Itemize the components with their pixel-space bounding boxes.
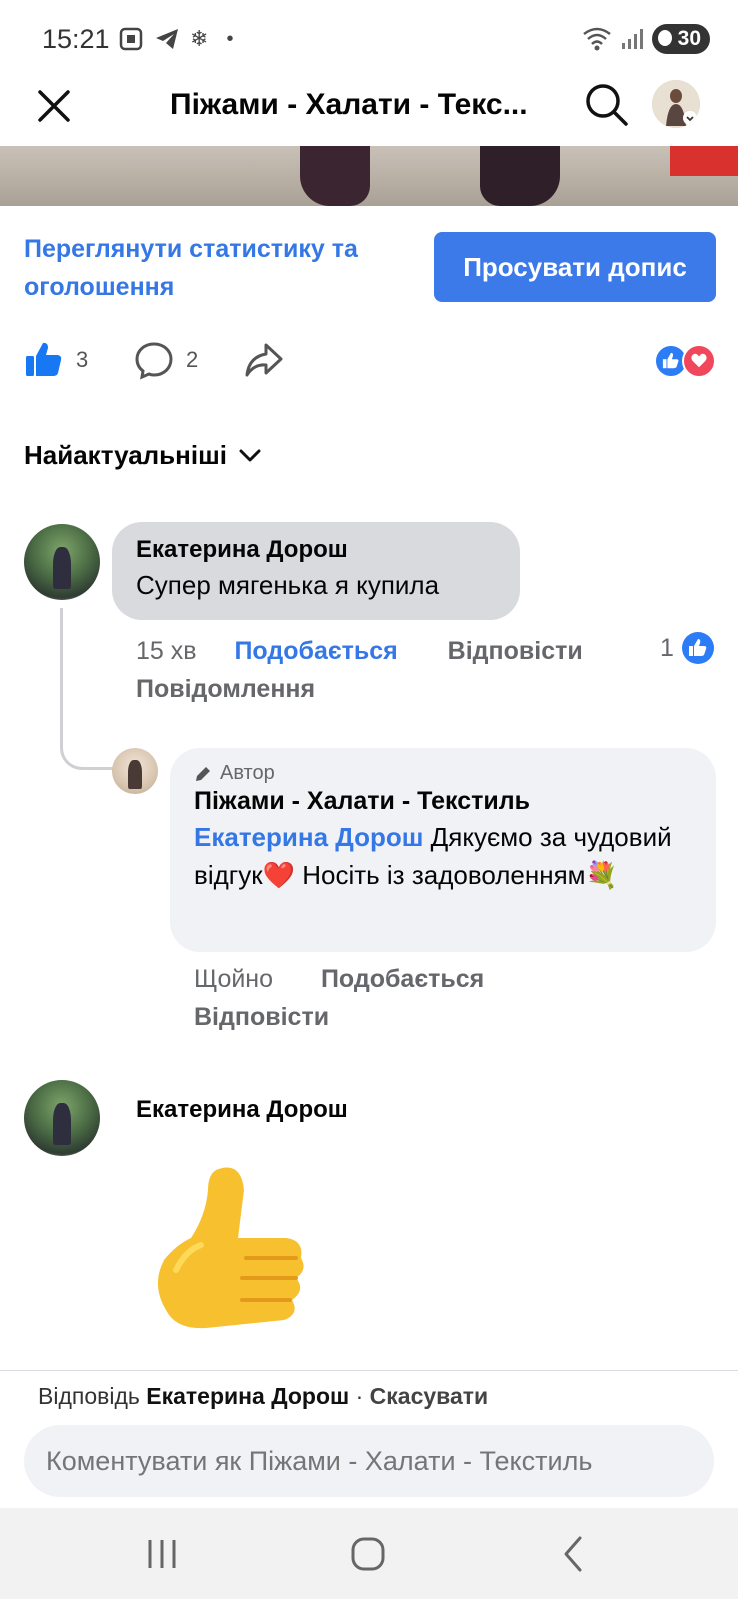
pencil-icon: [196, 766, 210, 781]
comment-author[interactable]: Екатерина Дорош: [136, 1096, 348, 1124]
reply-meta: Щойно Подобається Відповісти: [194, 960, 574, 1036]
author-badge: Автор: [194, 762, 692, 785]
like-button[interactable]: 3: [24, 340, 88, 380]
thumbs-up-icon: [26, 342, 62, 376]
telegram-icon: [156, 29, 178, 49]
signal-icon: [621, 29, 643, 49]
cancel-reply-link[interactable]: Скасувати: [370, 1383, 489, 1409]
reply-bubble[interactable]: Автор Піжами - Халати - Текстиль Екатери…: [170, 748, 716, 952]
wifi-icon: [582, 27, 611, 51]
comment-bubble[interactable]: Екатерина Дорош Супер мягенька я купила: [112, 522, 520, 620]
comment-like-count: 1: [660, 633, 674, 662]
like-count: 3: [76, 347, 89, 372]
view-stats-link[interactable]: Переглянути статистику та оголошення: [24, 230, 414, 306]
comment-like-button[interactable]: Подобається: [234, 637, 397, 665]
comment-sort-dropdown[interactable]: Найактуальніші: [24, 440, 263, 471]
profile-switcher-avatar[interactable]: [652, 80, 700, 128]
commenter-avatar[interactable]: [24, 524, 100, 600]
like-reaction-icon: [681, 632, 714, 664]
comment-composer: Відповідь Екатерина Дорош · Скасувати: [0, 1370, 738, 1510]
system-icons: 30: [582, 24, 710, 54]
search-icon[interactable]: [582, 80, 630, 128]
chevron-down-icon: [239, 449, 261, 461]
home-icon[interactable]: [346, 1532, 390, 1576]
system-navigation-bar: [0, 1508, 738, 1599]
comment-button[interactable]: 2: [134, 340, 198, 380]
replying-to-banner: Відповідь Екатерина Дорош · Скасувати: [38, 1383, 488, 1410]
post-actions-row: 3 2: [0, 340, 738, 384]
comment-meta: 15 хв Подобається Відповісти Повідомленн…: [136, 632, 636, 708]
mention-link[interactable]: Екатерина Дорош: [194, 822, 423, 852]
reply-time: Щойно: [194, 965, 274, 993]
page-avatar[interactable]: [112, 748, 158, 794]
share-button[interactable]: [244, 340, 284, 380]
thumbs-up-sticker-icon[interactable]: [146, 1160, 316, 1350]
comment-bubble-icon: [135, 342, 173, 380]
reply-author[interactable]: Піжами - Халати - Текстиль: [194, 787, 692, 816]
comment-time: 15 хв: [136, 637, 197, 665]
battery-indicator: 30: [651, 24, 710, 54]
commenter-avatar[interactable]: [24, 1080, 100, 1156]
post-image[interactable]: [0, 146, 738, 206]
back-icon[interactable]: [552, 1532, 596, 1576]
promote-post-button[interactable]: Просувати допис: [434, 232, 716, 302]
author-badge-label: Автор: [220, 762, 275, 784]
status-bar: 15:21 ❄ • 30: [0, 0, 738, 80]
screenshot-icon: [119, 27, 143, 51]
status-time: 15:21: [42, 24, 110, 54]
comment-reaction-count[interactable]: 1: [660, 632, 714, 664]
comment-input[interactable]: [24, 1425, 714, 1497]
dot-icon: •: [226, 27, 234, 50]
replying-separator: ·: [349, 1383, 370, 1409]
love-reaction-icon: [682, 344, 716, 378]
comment-text: Супер мягенька я купила: [136, 570, 440, 600]
top-nav: Піжами - Халати - Текс...: [0, 80, 738, 146]
recent-apps-icon[interactable]: [140, 1532, 184, 1576]
close-icon[interactable]: [34, 86, 74, 126]
replying-name: Екатерина Дорош: [146, 1383, 350, 1409]
sort-label: Найактуальніші: [24, 440, 227, 470]
notification-icons: ❄ •: [118, 26, 233, 52]
replying-prefix: Відповідь: [38, 1383, 140, 1409]
reply-reply-button[interactable]: Відповісти: [194, 1003, 329, 1031]
comment-count: 2: [186, 347, 199, 372]
reply-like-button[interactable]: Подобається: [321, 965, 484, 993]
thread-connector: [60, 608, 114, 770]
reaction-summary[interactable]: [654, 344, 716, 378]
comment-author[interactable]: Екатерина Дорош: [136, 536, 496, 564]
profile-picture-icon: [652, 80, 700, 128]
comment-message-button[interactable]: Повідомлення: [136, 675, 315, 703]
page-title: Піжами - Халати - Текс...: [170, 88, 528, 121]
snowflake-icon: ❄: [190, 26, 209, 51]
reply-text: Екатерина Дорош Дякуємо за чудовий відгу…: [194, 818, 692, 894]
comment-reply-button[interactable]: Відповісти: [448, 637, 583, 665]
share-arrow-icon: [245, 343, 283, 377]
